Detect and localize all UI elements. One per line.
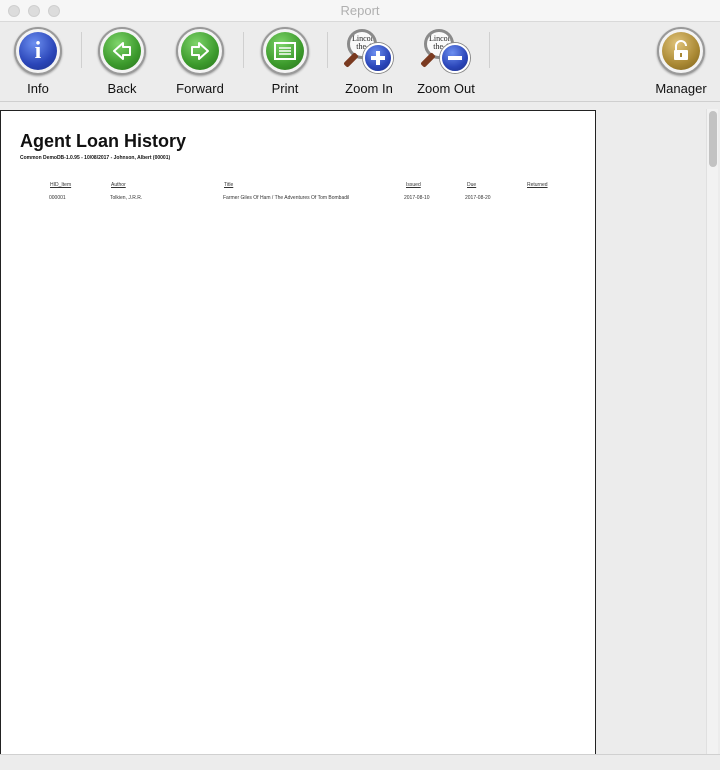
zoom-in-button[interactable]: Lincoln the-1 Zoom In: [343, 25, 393, 99]
forward-button[interactable]: Forward: [176, 25, 224, 99]
report-title: Agent Loan History: [20, 131, 187, 151]
cell-due: 2017-08-20: [465, 195, 491, 201]
zoom-in-label: Zoom In: [345, 81, 393, 96]
print-button[interactable]: Print: [261, 25, 309, 99]
zoom-out-button[interactable]: Lincoln the-1 Zoom Out: [417, 25, 475, 99]
vertical-scroll-thumb[interactable]: [709, 111, 717, 167]
info-icon: i: [14, 27, 62, 75]
forward-arrow-icon: [176, 27, 224, 75]
vertical-scrollbar[interactable]: [706, 109, 718, 754]
window-title: Report: [340, 3, 380, 18]
report-subtitle: Common DemoDB-1.0.95 - 10/08/2017 - John…: [20, 155, 171, 161]
back-arrow-icon: [98, 27, 146, 75]
back-label: Back: [107, 81, 137, 96]
unlock-icon: [657, 27, 705, 75]
manager-label: Manager: [655, 81, 707, 96]
horizontal-scrollbar[interactable]: [0, 754, 720, 770]
info-button[interactable]: i Info: [14, 25, 62, 99]
toolbar-separator: [243, 32, 244, 68]
zoom-out-label: Zoom Out: [417, 81, 475, 96]
report-page: Agent Loan History Common DemoDB-1.0.95 …: [0, 110, 596, 760]
column-header-title: Title: [224, 182, 234, 188]
back-button[interactable]: Back: [98, 25, 146, 99]
cell-title: Farmer Giles Of Ham / The Adventures Of …: [223, 195, 350, 201]
zoom-out-icon: Lincoln the-1: [420, 27, 470, 77]
cell-hid-item: 000001: [49, 195, 66, 201]
cell-author: Tolkien, J.R.R.: [110, 195, 143, 201]
column-header-hid-item: HID_Item: [50, 182, 72, 188]
cell-issued: 2017-08-10: [404, 195, 430, 201]
print-icon: [261, 27, 309, 75]
column-header-issued: Issued: [406, 182, 421, 188]
print-label: Print: [271, 81, 299, 96]
column-header-author: Author: [111, 182, 126, 188]
column-header-returned: Returned: [527, 182, 548, 188]
column-header-due: Due: [467, 182, 477, 188]
manager-button[interactable]: Manager: [655, 25, 707, 99]
toolbar-separator: [327, 32, 328, 68]
report-viewer: Agent Loan History Common DemoDB-1.0.95 …: [0, 103, 720, 760]
zoom-in-icon: Lincoln the-1: [343, 27, 393, 77]
toolbar: i Info Back Forward Print Lincoln the-1 …: [0, 22, 720, 102]
title-bar: Report: [0, 0, 720, 22]
toolbar-separator: [81, 32, 82, 68]
forward-label: Forward: [176, 81, 224, 96]
toolbar-separator: [489, 32, 490, 68]
info-label: Info: [27, 81, 49, 96]
